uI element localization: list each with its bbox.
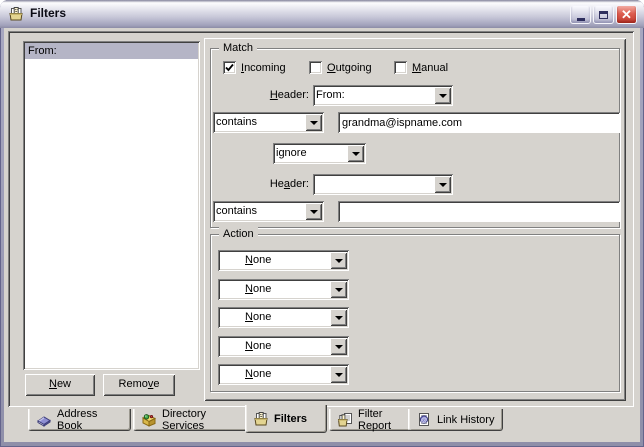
remove-button[interactable]: Remove	[103, 374, 175, 396]
manual-label: Manual	[412, 62, 448, 74]
match-group: Match Incoming Outgoing Manual Header: F…	[210, 48, 620, 228]
close-icon: ✕	[621, 7, 632, 22]
match-op2-value: contains	[216, 204, 304, 219]
chevron-down-icon	[335, 316, 343, 320]
outgoing-checkbox-box[interactable]	[309, 61, 322, 74]
directory-services-icon	[141, 412, 157, 428]
action-5-dropdown-button[interactable]	[330, 366, 347, 383]
match-op2-dropdown-button[interactable]	[305, 203, 322, 220]
incoming-checkbox[interactable]: Incoming	[223, 61, 286, 74]
chevron-down-icon	[335, 259, 343, 263]
header2-dropdown-button[interactable]	[434, 176, 451, 193]
dialog-body: From: New Remove Match Incoming Outgoing	[4, 28, 640, 442]
manual-checkbox-box[interactable]	[394, 61, 407, 74]
filter-list[interactable]: From:	[23, 41, 200, 370]
match-value2-input[interactable]	[338, 201, 620, 222]
new-button[interactable]: New	[25, 374, 95, 396]
link-history-icon: @	[416, 412, 432, 428]
chevron-down-icon	[335, 345, 343, 349]
match-group-legend: Match	[219, 41, 257, 55]
action-select-1[interactable]: None	[218, 250, 349, 271]
chevron-down-icon	[310, 210, 318, 214]
action-3-dropdown-button[interactable]	[330, 309, 347, 326]
action-3-value: None	[221, 310, 329, 325]
header2-label: Header:	[231, 174, 309, 195]
combinator-dropdown-button[interactable]	[347, 145, 364, 162]
list-item-from[interactable]: From:	[25, 43, 198, 59]
filters-icon	[253, 411, 269, 427]
address-book-icon	[36, 412, 52, 428]
tab-label: Address Book	[57, 408, 123, 432]
remove-button-label-pre: Remo	[119, 378, 148, 390]
incoming-checkbox-box[interactable]	[223, 61, 236, 74]
minimize-button[interactable]	[570, 5, 591, 24]
action-group-legend: Action	[219, 227, 258, 241]
titlebar[interactable]: Filters ✕	[0, 0, 644, 28]
minimize-icon	[577, 18, 585, 21]
new-button-label-key: N	[49, 378, 57, 390]
window-title: Filters	[30, 0, 66, 28]
action-1-dropdown-button[interactable]	[330, 252, 347, 269]
chevron-down-icon	[335, 373, 343, 377]
maximize-button[interactable]	[593, 5, 614, 24]
tab-filters[interactable]: Filters	[245, 405, 327, 433]
header1-label: Header:	[231, 85, 309, 106]
chevron-down-icon	[352, 152, 360, 156]
action-4-value: None	[221, 339, 329, 354]
action-select-2[interactable]: None	[218, 279, 349, 300]
match-op1-value: contains	[216, 115, 304, 130]
outgoing-label: Outgoing	[327, 62, 372, 74]
combinator-select[interactable]: ignore	[273, 143, 366, 164]
action-select-3[interactable]: None	[218, 307, 349, 328]
action-select-5[interactable]: None	[218, 364, 349, 385]
tab-label: Directory Services	[162, 408, 251, 432]
filters-icon	[8, 6, 24, 22]
action-4-dropdown-button[interactable]	[330, 338, 347, 355]
manual-checkbox[interactable]: Manual	[394, 61, 448, 74]
tab-label: Link History	[437, 414, 494, 426]
action-1-value: None	[221, 253, 329, 268]
header2-value	[316, 177, 433, 192]
action-select-4[interactable]: None	[218, 336, 349, 357]
header1-select[interactable]: From:	[313, 85, 453, 106]
maximize-icon	[599, 11, 608, 19]
chevron-down-icon	[439, 94, 447, 98]
chevron-down-icon	[335, 288, 343, 292]
tab-link-history[interactable]: @ Link History	[408, 409, 503, 431]
header1-dropdown-button[interactable]	[434, 87, 451, 104]
tab-directory-services[interactable]: Directory Services	[133, 409, 259, 431]
svg-text:@: @	[421, 416, 428, 423]
chevron-down-icon	[439, 183, 447, 187]
header1-value: From:	[316, 88, 433, 103]
action-group: Action None None None None None	[210, 234, 620, 392]
match-op2-select[interactable]: contains	[213, 201, 324, 222]
action-5-value: None	[221, 367, 329, 382]
header2-select[interactable]	[313, 174, 453, 195]
outgoing-checkbox[interactable]: Outgoing	[309, 61, 372, 74]
match-op1-dropdown-button[interactable]	[305, 114, 322, 131]
tab-address-book[interactable]: Address Book	[28, 409, 131, 431]
chevron-down-icon	[310, 121, 318, 125]
combinator-value: ignore	[276, 146, 346, 161]
remove-button-label-post: e	[153, 378, 159, 390]
action-2-value: None	[221, 282, 329, 297]
match-op1-select[interactable]: contains	[213, 112, 324, 133]
check-icon	[225, 63, 234, 72]
filter-report-icon	[337, 412, 353, 428]
incoming-label: Incoming	[241, 62, 286, 74]
close-button[interactable]: ✕	[616, 5, 637, 24]
match-value1-input[interactable]	[338, 112, 620, 133]
new-button-label-post: ew	[57, 378, 71, 390]
filters-window: Filters ✕ From: New Remove Match Incomin…	[0, 0, 644, 447]
tab-label: Filters	[274, 413, 307, 425]
action-2-dropdown-button[interactable]	[330, 281, 347, 298]
filter-list-viewport: From:	[25, 43, 198, 368]
